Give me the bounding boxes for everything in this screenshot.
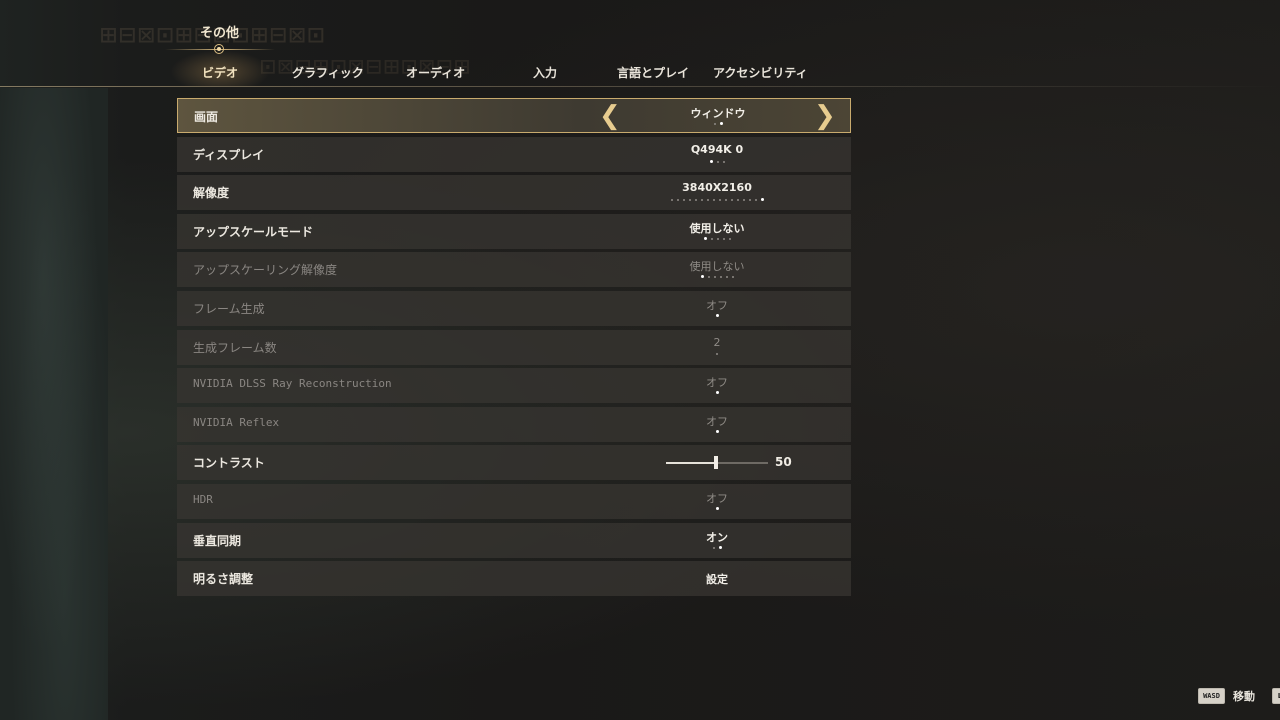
setting-row-contrast[interactable]: コントラスト 50	[177, 445, 851, 481]
tab-language-play[interactable]: 言語とプレイ	[617, 64, 689, 81]
option-dots	[618, 122, 818, 125]
option-dots	[617, 198, 817, 202]
setting-value: オフ	[706, 298, 728, 312]
setting-value: 2	[713, 335, 721, 349]
setting-label: HDR	[193, 492, 213, 506]
setting-row-vsync[interactable]: 垂直同期 オン	[177, 522, 851, 558]
setting-row-display[interactable]: ディスプレイ Q494K 0	[177, 136, 851, 172]
setting-label: NVIDIA DLSS Ray Reconstruction	[193, 377, 392, 391]
contrast-slider-fill	[666, 462, 717, 465]
tab-audio[interactable]: オーディオ	[406, 64, 465, 81]
setting-value: 使用しない	[689, 260, 745, 274]
tab-accessibility[interactable]: アクセシビリティ	[713, 64, 808, 81]
option-dots	[617, 236, 817, 240]
setting-value: 設定	[706, 573, 728, 587]
setting-row-reflex: NVIDIA Reflex オフ	[177, 406, 851, 442]
option-dots	[617, 313, 817, 317]
setting-row-dlss-ray-reconstruction: NVIDIA DLSS Ray Reconstruction オフ	[177, 368, 851, 404]
chevron-right-icon[interactable]: ❯	[814, 102, 836, 130]
setting-label: コントラスト	[193, 456, 265, 471]
setting-label: アップスケーリング解像度	[193, 263, 338, 278]
nav-divider	[0, 86, 1280, 87]
tab-graphics[interactable]: グラフィック	[292, 64, 364, 81]
setting-label: ディスプレイ	[193, 147, 265, 162]
option-dots	[617, 352, 817, 355]
setting-value: ウィンドウ	[690, 107, 746, 120]
l-key-icon: L	[1272, 688, 1280, 704]
contrast-slider-handle[interactable]	[714, 456, 718, 470]
option-dots	[617, 506, 817, 510]
background-foliage	[0, 88, 108, 720]
setting-label: NVIDIA Reflex	[193, 415, 280, 429]
option-dots	[617, 275, 817, 279]
category-label[interactable]: その他	[200, 22, 239, 41]
setting-value: オフ	[706, 414, 728, 428]
option-dots	[617, 429, 817, 433]
setting-row-upscale-mode[interactable]: アップスケールモード 使用しない	[177, 213, 851, 249]
active-tab-indicator-icon	[214, 44, 224, 54]
option-dots	[617, 159, 817, 163]
setting-label: 画面	[194, 110, 219, 124]
option-dots	[617, 545, 817, 549]
move-hint-label: 移動	[1233, 690, 1255, 703]
setting-row-screen[interactable]: 画面 ❮ ウィンドウ ❯	[177, 98, 851, 133]
setting-value: 使用しない	[689, 221, 745, 235]
setting-value: Q494K 0	[690, 142, 744, 156]
wasd-key-icon: WASD	[1198, 688, 1225, 704]
setting-label: フレーム生成	[193, 301, 265, 316]
contrast-value: 50	[775, 455, 792, 470]
setting-row-brightness[interactable]: 明るさ調整 設定	[177, 561, 851, 597]
setting-row-resolution[interactable]: 解像度 3840X2160	[177, 175, 851, 211]
setting-label: 明るさ調整	[193, 572, 254, 587]
setting-value: オフ	[706, 376, 728, 390]
setting-value: オフ	[706, 491, 728, 505]
setting-label: 生成フレーム数	[193, 340, 277, 355]
setting-row-generated-frames: 生成フレーム数 2	[177, 329, 851, 365]
tab-input[interactable]: 入力	[533, 64, 557, 81]
setting-label: 解像度	[193, 186, 230, 201]
setting-row-hdr: HDR オフ	[177, 483, 851, 519]
setting-row-frame-generation: フレーム生成 オフ	[177, 290, 851, 326]
setting-label: アップスケールモード	[193, 224, 314, 239]
settings-list: 画面 ❮ ウィンドウ ❯ ディスプレイ Q494K 0 解像度 3840X216…	[177, 98, 851, 600]
setting-label: 垂直同期	[193, 533, 242, 548]
setting-value: 3840X2160	[682, 181, 752, 195]
setting-row-upscale-resolution: アップスケーリング解像度 使用しない	[177, 252, 851, 288]
setting-value: オン	[706, 530, 728, 544]
tab-video[interactable]: ビデオ	[202, 64, 238, 81]
option-dots	[617, 391, 817, 395]
